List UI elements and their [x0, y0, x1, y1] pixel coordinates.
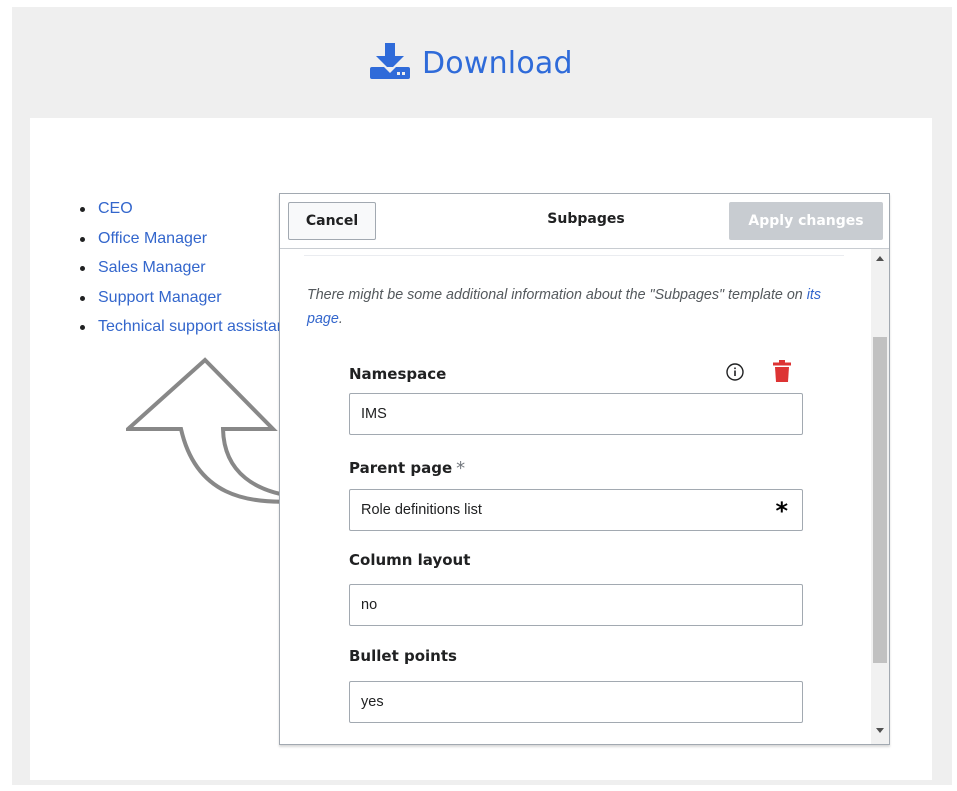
download-icon [370, 42, 410, 84]
namespace-input[interactable]: IMS [349, 393, 803, 435]
download-link[interactable]: Download [370, 40, 573, 86]
required-icon: * [775, 497, 788, 525]
template-info-text: There might be some additional informati… [307, 287, 822, 327]
scroll-down-icon[interactable] [871, 722, 889, 738]
parent-page-input[interactable]: Role definitions list * [349, 489, 803, 531]
subpage-link[interactable]: Technical support assistant [98, 318, 286, 335]
scroll-up-icon[interactable] [871, 251, 889, 267]
delete-icon[interactable] [773, 360, 791, 387]
bullet-points-value: yes [361, 694, 384, 710]
namespace-label: Namespace [349, 365, 447, 383]
required-icon: * [456, 458, 466, 479]
dialog-title: Subpages [547, 211, 625, 227]
dialog-header: Cancel Subpages Apply changes [280, 194, 889, 249]
parent-page-label: Parent page * [349, 458, 466, 479]
download-label: Download [422, 45, 573, 81]
subpage-list: CEO Office Manager Sales Manager Support… [76, 194, 286, 342]
bullet-points-input[interactable]: yes [349, 681, 803, 723]
subpage-link[interactable]: Sales Manager [98, 259, 206, 276]
list-item: Technical support assistant [76, 312, 286, 342]
apply-changes-button[interactable]: Apply changes [729, 202, 883, 240]
scrollbar-thumb[interactable] [873, 337, 887, 663]
parent-page-value: Role definitions list [361, 502, 482, 518]
column-layout-input[interactable]: no [349, 584, 803, 626]
cancel-button[interactable]: Cancel [288, 202, 376, 240]
list-item: Sales Manager [76, 253, 286, 283]
dialog-body: There might be some additional informati… [280, 249, 871, 744]
list-item: Office Manager [76, 224, 286, 254]
list-item: CEO [76, 194, 286, 224]
bullet-points-label: Bullet points [349, 647, 457, 665]
column-layout-value: no [361, 597, 378, 613]
info-icon[interactable] [725, 362, 745, 387]
divider [304, 255, 844, 256]
template-dialog: Cancel Subpages Apply changes There migh… [279, 193, 890, 745]
namespace-value: IMS [361, 406, 387, 422]
column-layout-label: Column layout [349, 551, 471, 569]
dialog-scrollbar[interactable] [871, 249, 889, 744]
list-item: Support Manager [76, 283, 286, 313]
subpage-link[interactable]: CEO [98, 200, 133, 217]
subpage-link[interactable]: Office Manager [98, 230, 207, 247]
subpage-link[interactable]: Support Manager [98, 289, 222, 306]
